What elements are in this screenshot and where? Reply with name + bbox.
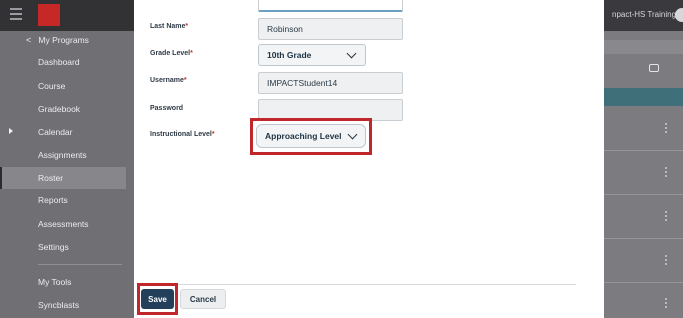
sidebar-item-label: Course [38, 81, 66, 91]
sidebar-item-reports[interactable]: Reports [0, 189, 126, 211]
row-divider [604, 150, 683, 151]
sidebar-item-settings[interactable]: Settings [0, 236, 126, 258]
sidebar-item-assessments[interactable]: Assessments [0, 213, 126, 235]
user-label: npact-HS Training [612, 10, 677, 19]
username-field[interactable]: IMPACTStudent14 [258, 72, 403, 94]
last-name-label: Last Name* [150, 23, 189, 30]
chevron-left-icon: < [26, 35, 32, 45]
grade-level-value: 10th Grade [267, 50, 312, 60]
instructional-level-label: Instructional Level* [150, 131, 215, 138]
instructional-level-value: Approaching Level [265, 131, 342, 141]
more-options-icon[interactable] [665, 123, 668, 135]
sidebar-item-label: Assignments [38, 150, 87, 160]
username-label: Username* [150, 77, 187, 84]
sidebar-item-roster[interactable]: Roster [0, 167, 126, 189]
last-name-value: Robinson [267, 24, 303, 34]
password-label: Password [150, 105, 184, 112]
sidebar-item-label: Dashboard [38, 57, 80, 67]
sidebar-item-dashboard[interactable]: Dashboard [0, 51, 126, 73]
sidebar-item-label: Reports [38, 195, 68, 205]
sidebar-divider [38, 264, 122, 265]
chevron-down-icon [347, 129, 358, 140]
chevron-down-icon [346, 48, 357, 59]
more-options-icon[interactable] [665, 167, 668, 179]
username-value: IMPACTStudent14 [267, 78, 338, 88]
more-options-icon[interactable] [665, 255, 668, 267]
sidebar-item-label: Roster [38, 173, 64, 183]
sidebar-item-course[interactable]: Course [0, 75, 126, 97]
save-button[interactable]: Save [141, 289, 174, 309]
sidebar-item-my-tools[interactable]: My Tools [0, 271, 126, 293]
sidebar-item-calendar[interactable]: Calendar [0, 121, 126, 143]
edit-student-modal [134, 0, 604, 318]
cancel-button[interactable]: Cancel [180, 289, 226, 309]
avatar[interactable] [675, 8, 683, 22]
brand-logo [38, 4, 60, 26]
backdrop-toolbar [604, 40, 683, 54]
sidebar-item-label: Calendar [38, 127, 73, 137]
sidebar-item-label: Syncblasts [38, 300, 80, 310]
last-name-field[interactable]: Robinson [258, 18, 403, 40]
sidebar-item-label: Assessments [38, 219, 89, 229]
grade-level-select[interactable]: 10th Grade [258, 44, 366, 66]
row-divider [604, 282, 683, 283]
modal-footer-divider [140, 284, 576, 285]
sidebar-item-my-programs[interactable]: < My Programs [0, 29, 126, 51]
table-header [604, 88, 683, 106]
instructional-level-select[interactable]: Approaching Level [256, 124, 366, 148]
grade-level-label: Grade Level* [150, 50, 193, 57]
more-options-icon[interactable] [665, 211, 668, 223]
print-icon[interactable] [649, 64, 659, 72]
row-divider [604, 238, 683, 239]
sidebar-item-assignments[interactable]: Assignments [0, 144, 126, 166]
more-options-icon[interactable] [665, 298, 668, 310]
sidebar-item-label: Settings [38, 242, 69, 252]
sidebar-item-label: My Programs [38, 35, 89, 45]
sidebar-item-label: Gradebook [38, 104, 81, 114]
sidebar-item-syncblasts[interactable]: Syncblasts [0, 294, 126, 316]
top-bar [0, 0, 140, 31]
first-name-field[interactable] [258, 0, 403, 12]
sidebar-item-gradebook[interactable]: Gradebook [0, 98, 126, 120]
sidebar-item-label: My Tools [38, 277, 72, 287]
row-divider [604, 194, 683, 195]
hamburger-icon[interactable] [10, 8, 22, 20]
